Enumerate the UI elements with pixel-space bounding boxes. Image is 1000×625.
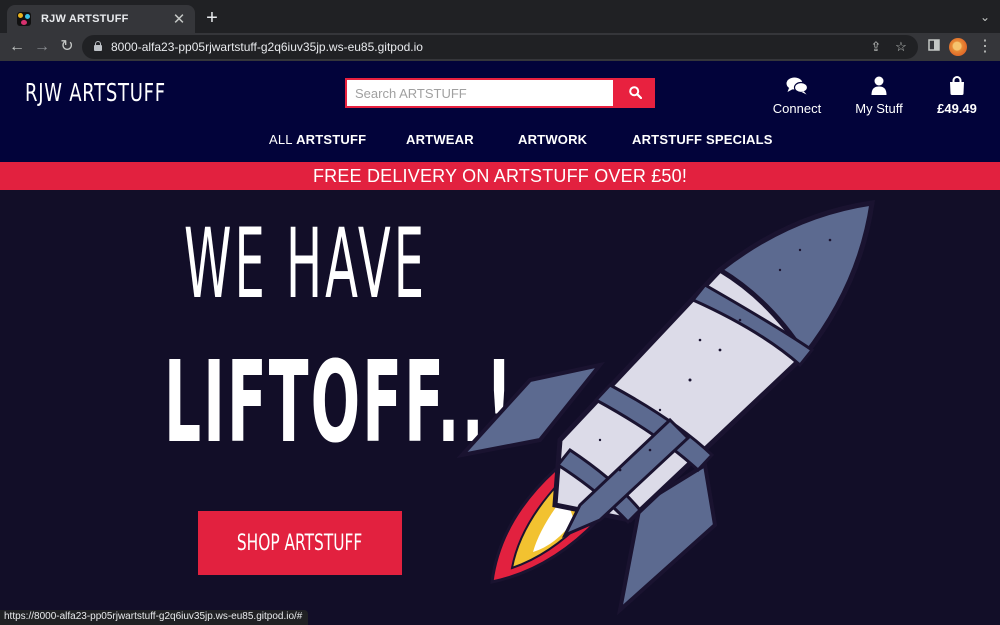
search-input[interactable] [345,78,615,108]
nav-artwork[interactable]: ARTWORK [518,132,587,147]
site-header: RJW ARTSTUFF Connect My Stuff [0,61,1000,162]
nav-all-artstuff[interactable]: ALL ARTSTUFF [269,132,366,147]
share-icon[interactable]: ⇪ [867,38,885,56]
search-button[interactable] [615,78,655,108]
connect-label: Connect [772,101,822,116]
bag-total: £49.49 [937,101,977,116]
new-tab-button[interactable]: + [203,8,221,28]
browser-toolbar: ← → ↻ 8000-alfa23-pp05rjwartstuff-g2q6iu… [0,33,1000,61]
tab-search-chevron-icon[interactable]: ⌄ [980,10,990,24]
nav-artstuff-specials[interactable]: ARTSTUFF SPECIALS [632,132,773,147]
hero-heading-line1: WE HAVE [184,208,428,320]
bag-link[interactable]: £49.49 [934,73,980,116]
lock-icon [94,41,102,51]
browser-tab[interactable]: RJW ARTSTUFF ✕ [7,5,195,33]
browser-tab-bar: RJW ARTSTUFF ✕ + ⌄ [0,0,1000,33]
close-tab-icon[interactable]: ✕ [169,10,189,28]
search-icon [629,86,642,99]
shop-artstuff-button[interactable]: SHOP ARTSTUFF [198,511,402,575]
chat-icon [786,77,808,95]
browser-status-url: https://8000-alfa23-pp05rjwartstuff-g2q6… [0,610,309,625]
profile-avatar[interactable] [949,38,967,56]
address-bar[interactable]: 8000-alfa23-pp05rjwartstuff-g2q6iuv35jp.… [82,35,918,59]
rocket-illustration [456,200,875,616]
shop-artstuff-label: SHOP ARTSTUFF [237,530,363,556]
site-logo[interactable]: RJW ARTSTUFF [25,78,166,107]
delivery-banner-text: FREE DELIVERY ON ARTSTUFF OVER £50! [312,166,688,186]
nav-all-prefix: ALL [269,132,293,147]
search-form [345,78,655,108]
nav-artwear[interactable]: ARTWEAR [406,132,474,147]
url-text: 8000-alfa23-pp05rjwartstuff-g2q6iuv35jp.… [111,40,423,54]
reload-icon[interactable]: ↻ [56,36,78,58]
forward-arrow-icon[interactable]: → [31,36,53,58]
delivery-banner: FREE DELIVERY ON ARTSTUFF OVER £50! [0,162,1000,190]
bookmark-star-icon[interactable]: ☆ [892,38,910,56]
back-arrow-icon[interactable]: ← [6,36,28,58]
browser-menu-icon[interactable]: ⋮ [974,36,996,58]
my-stuff-label: My Stuff [855,101,903,116]
nav-all-main: ARTSTUFF [296,132,367,147]
side-panel-icon[interactable] [923,36,945,58]
hero-section: WE HAVE LIFTOFF..! SHOP ARTSTUFF [0,190,1000,625]
shopping-bag-icon [950,76,964,95]
site-favicon-icon [17,12,31,26]
tab-title: RJW ARTSTUFF [41,13,129,25]
my-stuff-link[interactable]: My Stuff [852,73,906,116]
main-nav: ALL ARTSTUFF ARTWEAR ARTWORK ARTSTUFF SP… [0,129,1000,151]
connect-link[interactable]: Connect [771,73,823,116]
user-icon [871,76,887,95]
